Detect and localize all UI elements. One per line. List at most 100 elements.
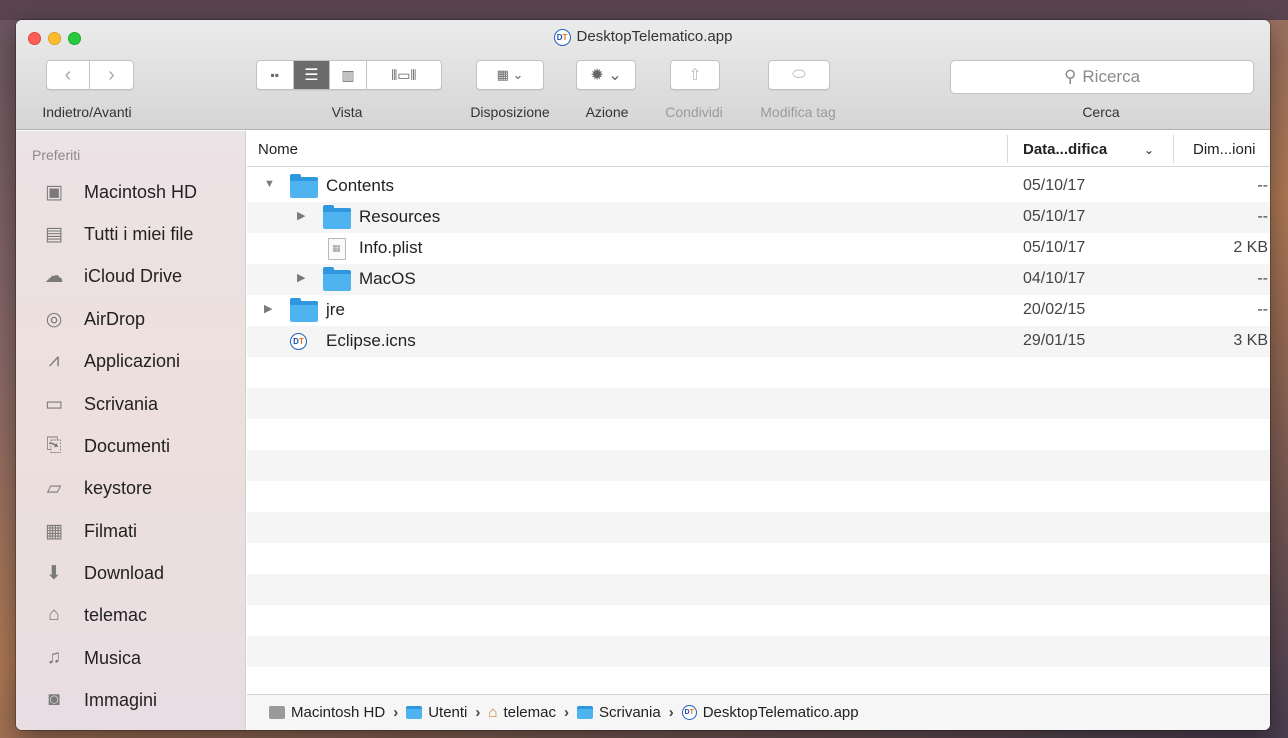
share-icon: ⇧: [688, 67, 702, 84]
list-view-button[interactable]: ☰: [293, 61, 331, 89]
icon-view-button[interactable]: ▪▪: [257, 61, 294, 89]
path-segment[interactable]: telemac: [503, 704, 556, 721]
tags-button[interactable]: ⬭: [769, 61, 829, 89]
table-row[interactable]: ▶ Resources 05/10/17 --: [247, 202, 1270, 233]
table-row[interactable]: ▶ MacOS 04/10/17 --: [247, 264, 1270, 295]
empty-row: [247, 388, 1270, 419]
table-row[interactable]: ▼ Contents 05/10/17 --: [247, 171, 1270, 202]
folder-icon: [323, 267, 351, 291]
file-name: MacOS: [359, 269, 416, 288]
disclosure-expanded-icon[interactable]: ▼: [264, 178, 275, 190]
action-button[interactable]: ✹ ⌄: [577, 61, 635, 89]
sidebar-item-label: AirDrop: [84, 308, 146, 329]
file-size: 2 KB: [1233, 239, 1268, 256]
sidebar-item-label: Documenti: [84, 435, 171, 456]
sidebar: Preferiti ▣ Macintosh HD ▤ Tutti i miei …: [16, 131, 246, 730]
file-name: Resources: [359, 207, 441, 226]
disk-icon: [269, 706, 285, 719]
table-row[interactable]: Info.plist 05/10/17 2 KB: [247, 233, 1270, 264]
empty-row: [247, 419, 1270, 450]
share-button[interactable]: ⇧: [671, 61, 719, 89]
list-icon: ☰: [304, 67, 319, 84]
forward-button[interactable]: ›: [90, 61, 133, 89]
tags-group: ⬭: [768, 60, 830, 90]
sidebar-item-all-files[interactable]: ▤ Tutti i miei file: [42, 219, 193, 249]
folder-icon: ▱: [46, 477, 62, 499]
disclosure-collapsed-icon[interactable]: ▶: [297, 209, 305, 222]
column-divider[interactable]: [1173, 135, 1174, 163]
path-segment[interactable]: Utenti: [428, 704, 467, 721]
arrange-grid-icon: ▦ ⌄: [496, 67, 524, 82]
empty-row: [247, 512, 1270, 543]
users-folder-icon: [406, 706, 423, 719]
path-segment[interactable]: Scrivania: [599, 704, 661, 721]
table-row[interactable]: DT Eclipse.icns 29/01/15 3 KB: [247, 326, 1270, 357]
sidebar-item-download[interactable]: ⬇ Download: [42, 558, 164, 588]
sidebar-item-documenti[interactable]: ⎘ Documenti: [42, 431, 170, 461]
chevron-left-icon: ‹: [64, 63, 72, 86]
camera-icon: ◙: [48, 689, 60, 710]
window-title-text: DesktopTelematico.app: [576, 28, 733, 45]
app-icon: DT: [681, 705, 697, 720]
sidebar-item-label: Scrivania: [84, 393, 159, 414]
coverflow-view-button[interactable]: ⫴▭⫴: [367, 61, 441, 89]
applications-icon: ⩘: [48, 350, 60, 371]
sidebar-item-label: Tutti i miei file: [84, 223, 194, 244]
back-button[interactable]: ‹: [47, 61, 91, 89]
home-icon: ⌂: [48, 604, 60, 625]
sidebar-item-label: Download: [84, 562, 165, 583]
empty-row: [247, 481, 1270, 512]
view-label: Vista: [331, 104, 363, 120]
sidebar-item-label: iCloud Drive: [84, 265, 183, 286]
app-icon: DT: [553, 28, 571, 46]
disclosure-collapsed-icon[interactable]: ▶: [297, 271, 305, 284]
sidebar-item-macintosh-hd[interactable]: ▣ Macintosh HD: [42, 177, 197, 207]
coverflow-icon: ⫴▭⫴: [391, 66, 417, 83]
sidebar-item-label: Macintosh HD: [84, 181, 198, 202]
sidebar-heading: Preferiti: [32, 147, 81, 163]
sidebar-item-applicazioni[interactable]: ⩘ Applicazioni: [42, 346, 180, 376]
sidebar-item-airdrop[interactable]: ◎ AirDrop: [42, 304, 145, 334]
sidebar-item-keystore[interactable]: ▱ keystore: [42, 473, 152, 503]
empty-row: [247, 605, 1270, 636]
file-rows: ▼ Contents 05/10/17 -- ▶ Resources 05/10…: [247, 171, 1270, 698]
sidebar-item-filmati[interactable]: ▦ Filmati: [42, 516, 137, 546]
disk-icon: ▣: [45, 181, 63, 203]
sidebar-item-musica[interactable]: ♫ Musica: [42, 643, 141, 673]
file-date: 05/10/17: [1023, 208, 1086, 225]
nav-group: ‹ ›: [46, 60, 134, 90]
airdrop-icon: ◎: [45, 308, 63, 330]
action-label: Azione: [585, 104, 629, 120]
sidebar-item-label: telemac: [84, 604, 148, 625]
path-segment[interactable]: Macintosh HD: [291, 704, 385, 721]
sidebar-item-immagini[interactable]: ◙ Immagini: [42, 685, 157, 715]
sidebar-item-scrivania[interactable]: ▭ Scrivania: [42, 389, 158, 419]
sidebar-item-telemac[interactable]: ⌂ telemac: [42, 600, 147, 630]
documents-icon: ⎘: [46, 435, 62, 456]
desktop-icon: ▭: [45, 393, 63, 415]
file-date: 20/02/15: [1023, 301, 1086, 318]
column-size-header[interactable]: Dim...ioni: [1193, 141, 1256, 158]
empty-row: [247, 357, 1270, 388]
empty-row: [247, 450, 1270, 481]
desktop-background: [0, 0, 1288, 20]
file-size: --: [1257, 301, 1268, 318]
column-view-button[interactable]: ▥: [330, 61, 367, 89]
path-segment[interactable]: DesktopTelematico.app: [703, 704, 859, 721]
column-name-header[interactable]: Nome: [258, 141, 298, 158]
arrange-button[interactable]: ▦ ⌄: [477, 61, 543, 89]
empty-row: [247, 636, 1270, 667]
sidebar-item-label: Filmati: [84, 520, 137, 541]
column-header: Nome Data...difica ⌄ Dim...ioni: [247, 131, 1270, 167]
search-input[interactable]: ⚲ Ricerca: [950, 60, 1254, 94]
empty-row: [247, 543, 1270, 574]
column-divider[interactable]: [1007, 135, 1008, 163]
disclosure-collapsed-icon[interactable]: ▶: [264, 302, 272, 315]
column-date-header[interactable]: Data...difica: [1023, 141, 1107, 158]
file-date: 04/10/17: [1023, 270, 1086, 287]
share-label: Condividi: [665, 104, 723, 120]
sidebar-item-icloud-drive[interactable]: ☁ iCloud Drive: [42, 261, 183, 291]
table-row[interactable]: ▶ jre 20/02/15 --: [247, 295, 1270, 326]
file-size: --: [1257, 270, 1268, 287]
download-icon: ⬇: [46, 562, 62, 584]
